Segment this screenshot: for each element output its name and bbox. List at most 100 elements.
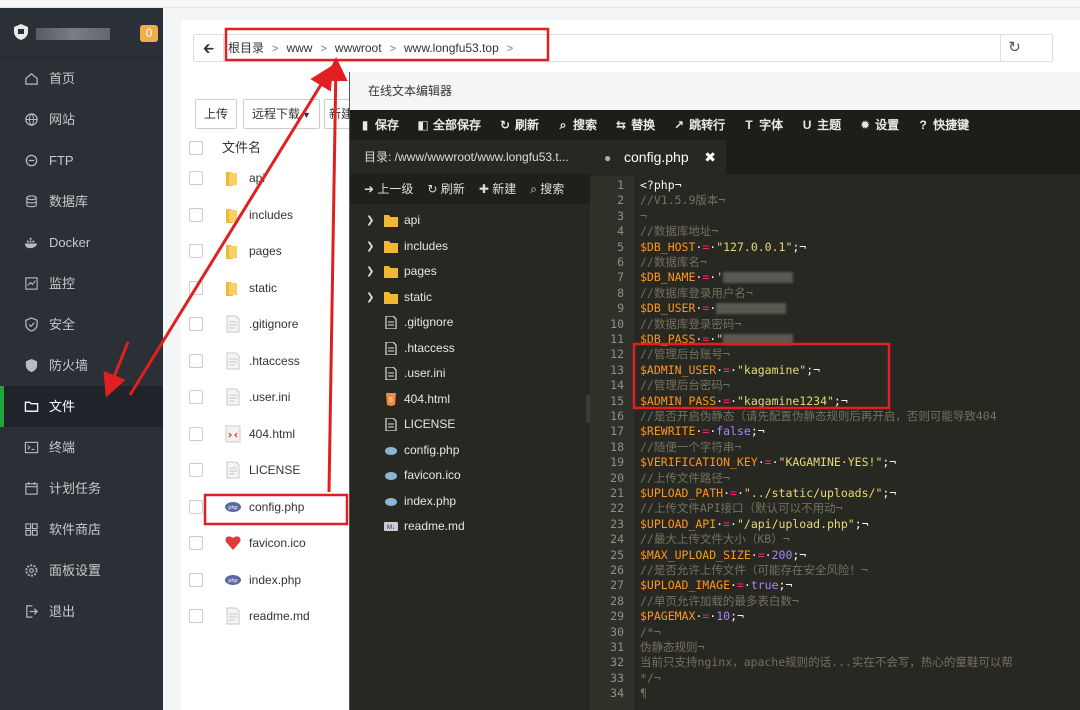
file-row[interactable]: static — [181, 270, 351, 307]
row-checkbox[interactable] — [189, 207, 203, 222]
breadcrumb-item[interactable]: www.longfu53.top — [404, 41, 499, 55]
side-action-button[interactable]: ➜ 上一级 — [350, 174, 413, 204]
file-name[interactable]: .user.ini — [249, 379, 290, 415]
sidebar-item-1[interactable]: 网站 — [0, 99, 163, 140]
row-checkbox[interactable] — [189, 280, 203, 295]
sidebar-item-4[interactable]: Docker — [0, 222, 163, 263]
toolbar-shortcut-button[interactable]: ? 快捷键 — [908, 110, 978, 140]
sidebar-item-7[interactable]: 防火墙 — [0, 345, 163, 386]
row-checkbox[interactable] — [189, 390, 203, 404]
row-checkbox[interactable] — [189, 499, 203, 514]
sidebar-item-2[interactable]: FTP — [0, 140, 163, 181]
file-row[interactable]: api — [181, 160, 351, 197]
notification-badge[interactable]: 0 — [140, 25, 158, 42]
row-checkbox[interactable] — [189, 353, 203, 368]
file-name[interactable]: favicon.ico — [249, 525, 306, 561]
file-row[interactable]: LICENSE — [181, 452, 351, 489]
file-row[interactable]: php config.php — [181, 489, 351, 526]
toolbar-save-button[interactable]: ▮ 保存 — [350, 110, 408, 140]
file-row[interactable]: 404.html — [181, 416, 351, 453]
remote-download-button[interactable]: 远程下载 ▼ — [243, 99, 320, 129]
toolbar-search-button[interactable]: ⌕ 搜索 — [548, 110, 606, 140]
file-row[interactable]: php index.php — [181, 562, 351, 599]
file-row[interactable]: .htaccess — [181, 343, 351, 380]
code-area[interactable]: 1 <?php¬ 2//V1.5.9版本¬ 3 ¬ 4//数据库地址¬ 5 $DB_HOST·… — [590, 176, 1080, 710]
tree-item[interactable]: M↓ readme.md — [350, 514, 590, 540]
toolbar-replace-button[interactable]: ⇆ 替换 — [606, 110, 664, 140]
file-row[interactable]: favicon.ico — [181, 525, 351, 562]
tree-item[interactable]: config.php — [350, 438, 590, 464]
file-name[interactable]: api — [249, 160, 265, 196]
row-checkbox[interactable] — [189, 244, 203, 258]
toolbar-gear-button[interactable]: ✹ 设置 — [850, 110, 908, 140]
file-name[interactable]: LICENSE — [249, 452, 300, 488]
breadcrumb-item[interactable]: wwwroot — [335, 41, 382, 55]
toolbar-save-all-button[interactable]: ◧ 全部保存 — [408, 110, 490, 140]
sidebar-item-12[interactable]: 面板设置 — [0, 550, 163, 591]
sidebar-item-9[interactable]: 终端 — [0, 427, 163, 468]
file-name[interactable]: readme.md — [249, 598, 310, 634]
tree-item[interactable]: LICENSE — [350, 412, 590, 438]
toolbar-goto-line-button[interactable]: ↗ 跳转行 — [664, 110, 734, 140]
file-name[interactable]: pages — [249, 233, 282, 269]
sidebar-item-8[interactable]: 文件 — [0, 386, 163, 427]
row-checkbox[interactable] — [189, 536, 203, 550]
tree-item[interactable]: ❯ static — [350, 285, 590, 311]
editor-title: 在线文本编辑器 — [350, 72, 1080, 110]
file-name[interactable]: static — [249, 270, 277, 306]
tree-item[interactable]: ❯ api — [350, 208, 590, 234]
side-action-button[interactable]: ⌕ 搜索 — [516, 174, 564, 204]
side-action-button[interactable]: ✚ 新建 — [465, 174, 516, 204]
tree-item[interactable]: ❯ includes — [350, 234, 590, 260]
file-name[interactable]: .htaccess — [249, 343, 300, 379]
breadcrumb-item[interactable]: www — [286, 41, 312, 55]
file-row[interactable]: includes — [181, 197, 351, 234]
column-filename[interactable]: 文件名 — [222, 136, 261, 160]
toolbar-font-button[interactable]: T 字体 — [734, 110, 792, 140]
sidebar-item-6[interactable]: 安全 — [0, 304, 163, 345]
new-button[interactable]: 新建 — [324, 99, 350, 129]
tree-item[interactable]: .gitignore — [350, 310, 590, 336]
line-number: 29 — [610, 609, 624, 624]
code-token: " — [716, 332, 724, 346]
row-checkbox[interactable] — [189, 463, 203, 477]
sidebar-item-10[interactable]: 计划任务 — [0, 468, 163, 509]
sidebar-item-5[interactable]: 监控 — [0, 263, 163, 304]
toolbar-theme-button[interactable]: U 主题 — [792, 110, 850, 140]
tree-item[interactable]: 5 404.html — [350, 387, 590, 413]
sidebar-item-11[interactable]: 软件商店 — [0, 509, 163, 550]
code-text: ¬ — [640, 209, 647, 224]
tab-config-php[interactable]: ● config.php ✖ — [590, 140, 726, 174]
upload-button[interactable]: 上传 — [195, 99, 238, 129]
file-name[interactable]: config.php — [249, 489, 304, 525]
breadcrumb-item[interactable]: 根目录 — [228, 41, 264, 55]
tree-item[interactable]: ❯ pages — [350, 259, 590, 285]
file-row[interactable]: .user.ini — [181, 379, 351, 416]
side-action-button[interactable]: ↻ 刷新 — [413, 174, 464, 204]
back-arrow-icon[interactable]: 🡰 — [194, 35, 224, 61]
sidebar-item-13[interactable]: 退出 — [0, 591, 163, 632]
row-checkbox[interactable] — [189, 572, 203, 587]
tree-item[interactable]: .htaccess — [350, 336, 590, 362]
file-row[interactable]: .gitignore — [181, 306, 351, 343]
row-checkbox[interactable] — [189, 171, 203, 185]
file-name[interactable]: 404.html — [249, 416, 295, 452]
row-checkbox[interactable] — [189, 317, 203, 331]
tree-item[interactable]: index.php — [350, 489, 590, 515]
select-all-checkbox[interactable] — [189, 141, 203, 155]
close-tab-icon[interactable]: ✖ — [704, 140, 716, 174]
file-row[interactable]: pages — [181, 233, 351, 270]
sidebar-item-3[interactable]: 数据库 — [0, 181, 163, 222]
row-checkbox[interactable] — [189, 609, 203, 623]
toolbar-refresh-button[interactable]: ↻ 刷新 — [490, 110, 548, 140]
file-name[interactable]: .gitignore — [249, 306, 298, 342]
file-name[interactable]: includes — [249, 197, 293, 233]
refresh-icon[interactable]: ↻ — [1000, 35, 1028, 61]
file-row[interactable]: readme.md — [181, 598, 351, 635]
row-checkbox[interactable] — [189, 426, 203, 441]
sidebar-item-0[interactable]: 首页 — [0, 58, 163, 99]
path-bar[interactable]: 🡰 根目录 > www > wwwroot > www.longfu53.top > ↻ — [193, 34, 1053, 62]
tree-item[interactable]: favicon.ico — [350, 463, 590, 489]
file-name[interactable]: index.php — [249, 562, 301, 598]
tree-item[interactable]: .user.ini — [350, 361, 590, 387]
